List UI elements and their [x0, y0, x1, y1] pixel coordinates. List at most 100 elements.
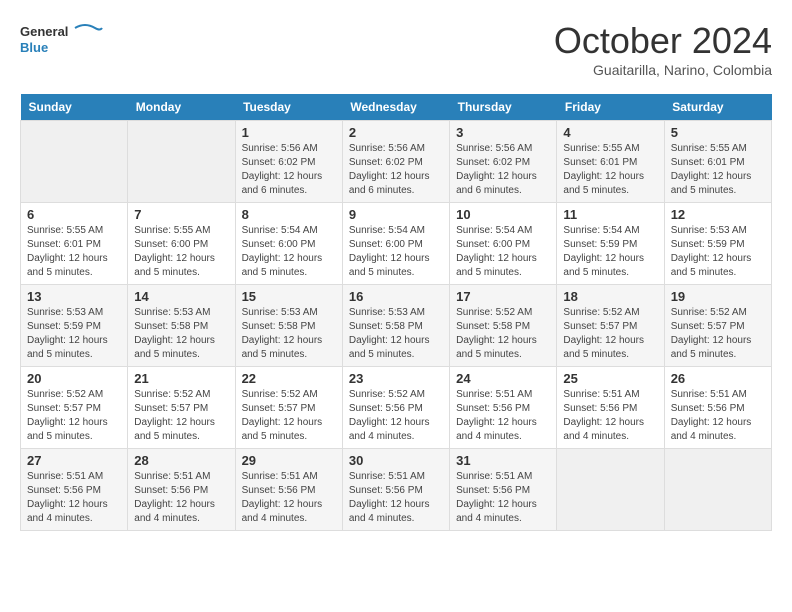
day-info: Sunrise: 5:51 AMSunset: 5:56 PMDaylight:…: [671, 388, 765, 444]
calendar-cell-w1-d6: 4 Sunrise: 5:55 AMSunset: 6:01 PMDayligh…: [557, 121, 664, 203]
calendar-table: SundayMondayTuesdayWednesdayThursdayFrid…: [20, 94, 772, 531]
week-row-1: 1 Sunrise: 5:56 AMSunset: 6:02 PMDayligh…: [21, 121, 772, 203]
day-number: 9: [349, 207, 443, 222]
calendar-cell-w2-d3: 8 Sunrise: 5:54 AMSunset: 6:00 PMDayligh…: [235, 203, 342, 285]
day-info: Sunrise: 5:55 AMSunset: 6:00 PMDaylight:…: [134, 224, 228, 280]
day-number: 25: [563, 371, 657, 386]
calendar-cell-w3-d6: 18 Sunrise: 5:52 AMSunset: 5:57 PMDaylig…: [557, 285, 664, 367]
day-info: Sunrise: 5:53 AMSunset: 5:58 PMDaylight:…: [134, 306, 228, 362]
day-info: Sunrise: 5:52 AMSunset: 5:58 PMDaylight:…: [456, 306, 550, 362]
day-number: 21: [134, 371, 228, 386]
calendar-cell-w2-d6: 11 Sunrise: 5:54 AMSunset: 5:59 PMDaylig…: [557, 203, 664, 285]
day-number: 3: [456, 125, 550, 140]
calendar-cell-w5-d7: [664, 449, 771, 531]
day-number: 1: [242, 125, 336, 140]
day-info: Sunrise: 5:51 AMSunset: 5:56 PMDaylight:…: [27, 470, 121, 526]
day-number: 30: [349, 453, 443, 468]
day-info: Sunrise: 5:54 AMSunset: 6:00 PMDaylight:…: [349, 224, 443, 280]
day-info: Sunrise: 5:52 AMSunset: 5:57 PMDaylight:…: [563, 306, 657, 362]
day-info: Sunrise: 5:52 AMSunset: 5:57 PMDaylight:…: [134, 388, 228, 444]
day-number: 8: [242, 207, 336, 222]
day-info: Sunrise: 5:55 AMSunset: 6:01 PMDaylight:…: [27, 224, 121, 280]
day-info: Sunrise: 5:53 AMSunset: 5:59 PMDaylight:…: [671, 224, 765, 280]
weekday-header-tuesday: Tuesday: [235, 94, 342, 121]
day-number: 17: [456, 289, 550, 304]
day-info: Sunrise: 5:52 AMSunset: 5:57 PMDaylight:…: [671, 306, 765, 362]
month-title: October 2024: [554, 20, 772, 62]
day-info: Sunrise: 5:51 AMSunset: 5:56 PMDaylight:…: [563, 388, 657, 444]
day-number: 2: [349, 125, 443, 140]
day-number: 19: [671, 289, 765, 304]
title-area: October 2024 Guaitarilla, Narino, Colomb…: [554, 20, 772, 78]
day-info: Sunrise: 5:51 AMSunset: 5:56 PMDaylight:…: [456, 388, 550, 444]
calendar-cell-w1-d3: 1 Sunrise: 5:56 AMSunset: 6:02 PMDayligh…: [235, 121, 342, 203]
day-info: Sunrise: 5:54 AMSunset: 6:00 PMDaylight:…: [242, 224, 336, 280]
day-info: Sunrise: 5:55 AMSunset: 6:01 PMDaylight:…: [563, 142, 657, 198]
location-subtitle: Guaitarilla, Narino, Colombia: [554, 62, 772, 78]
calendar-cell-w5-d2: 28 Sunrise: 5:51 AMSunset: 5:56 PMDaylig…: [128, 449, 235, 531]
calendar-cell-w4-d5: 24 Sunrise: 5:51 AMSunset: 5:56 PMDaylig…: [450, 367, 557, 449]
svg-text:Blue: Blue: [20, 40, 48, 55]
weekday-header-saturday: Saturday: [664, 94, 771, 121]
day-number: 23: [349, 371, 443, 386]
day-info: Sunrise: 5:53 AMSunset: 5:58 PMDaylight:…: [349, 306, 443, 362]
calendar-cell-w1-d5: 3 Sunrise: 5:56 AMSunset: 6:02 PMDayligh…: [450, 121, 557, 203]
day-number: 28: [134, 453, 228, 468]
day-number: 5: [671, 125, 765, 140]
day-info: Sunrise: 5:52 AMSunset: 5:57 PMDaylight:…: [242, 388, 336, 444]
calendar-cell-w2-d2: 7 Sunrise: 5:55 AMSunset: 6:00 PMDayligh…: [128, 203, 235, 285]
calendar-cell-w2-d5: 10 Sunrise: 5:54 AMSunset: 6:00 PMDaylig…: [450, 203, 557, 285]
day-number: 22: [242, 371, 336, 386]
weekday-header-thursday: Thursday: [450, 94, 557, 121]
day-number: 13: [27, 289, 121, 304]
calendar-cell-w3-d1: 13 Sunrise: 5:53 AMSunset: 5:59 PMDaylig…: [21, 285, 128, 367]
logo-svg: General Blue: [20, 20, 120, 60]
day-number: 6: [27, 207, 121, 222]
day-number: 24: [456, 371, 550, 386]
day-info: Sunrise: 5:51 AMSunset: 5:56 PMDaylight:…: [134, 470, 228, 526]
day-info: Sunrise: 5:52 AMSunset: 5:57 PMDaylight:…: [27, 388, 121, 444]
day-number: 16: [349, 289, 443, 304]
calendar-cell-w3-d7: 19 Sunrise: 5:52 AMSunset: 5:57 PMDaylig…: [664, 285, 771, 367]
day-info: Sunrise: 5:56 AMSunset: 6:02 PMDaylight:…: [242, 142, 336, 198]
calendar-cell-w4-d7: 26 Sunrise: 5:51 AMSunset: 5:56 PMDaylig…: [664, 367, 771, 449]
day-number: 27: [27, 453, 121, 468]
calendar-cell-w4-d6: 25 Sunrise: 5:51 AMSunset: 5:56 PMDaylig…: [557, 367, 664, 449]
day-number: 14: [134, 289, 228, 304]
weekday-header-friday: Friday: [557, 94, 664, 121]
day-number: 15: [242, 289, 336, 304]
day-number: 10: [456, 207, 550, 222]
week-row-4: 20 Sunrise: 5:52 AMSunset: 5:57 PMDaylig…: [21, 367, 772, 449]
calendar-cell-w1-d7: 5 Sunrise: 5:55 AMSunset: 6:01 PMDayligh…: [664, 121, 771, 203]
week-row-5: 27 Sunrise: 5:51 AMSunset: 5:56 PMDaylig…: [21, 449, 772, 531]
logo: General Blue: [20, 20, 120, 60]
weekday-header-sunday: Sunday: [21, 94, 128, 121]
calendar-cell-w2-d4: 9 Sunrise: 5:54 AMSunset: 6:00 PMDayligh…: [342, 203, 449, 285]
calendar-cell-w5-d6: [557, 449, 664, 531]
calendar-cell-w4-d3: 22 Sunrise: 5:52 AMSunset: 5:57 PMDaylig…: [235, 367, 342, 449]
calendar-cell-w1-d4: 2 Sunrise: 5:56 AMSunset: 6:02 PMDayligh…: [342, 121, 449, 203]
day-number: 11: [563, 207, 657, 222]
day-number: 31: [456, 453, 550, 468]
day-info: Sunrise: 5:51 AMSunset: 5:56 PMDaylight:…: [349, 470, 443, 526]
day-info: Sunrise: 5:54 AMSunset: 6:00 PMDaylight:…: [456, 224, 550, 280]
day-info: Sunrise: 5:51 AMSunset: 5:56 PMDaylight:…: [456, 470, 550, 526]
day-info: Sunrise: 5:52 AMSunset: 5:56 PMDaylight:…: [349, 388, 443, 444]
page-header: General Blue October 2024 Guaitarilla, N…: [20, 20, 772, 78]
day-info: Sunrise: 5:53 AMSunset: 5:59 PMDaylight:…: [27, 306, 121, 362]
calendar-cell-w5-d3: 29 Sunrise: 5:51 AMSunset: 5:56 PMDaylig…: [235, 449, 342, 531]
day-info: Sunrise: 5:56 AMSunset: 6:02 PMDaylight:…: [456, 142, 550, 198]
svg-text:General: General: [20, 24, 68, 39]
calendar-cell-w1-d1: [21, 121, 128, 203]
calendar-cell-w1-d2: [128, 121, 235, 203]
day-number: 29: [242, 453, 336, 468]
calendar-cell-w5-d4: 30 Sunrise: 5:51 AMSunset: 5:56 PMDaylig…: [342, 449, 449, 531]
day-number: 20: [27, 371, 121, 386]
day-info: Sunrise: 5:51 AMSunset: 5:56 PMDaylight:…: [242, 470, 336, 526]
day-number: 18: [563, 289, 657, 304]
calendar-cell-w4-d4: 23 Sunrise: 5:52 AMSunset: 5:56 PMDaylig…: [342, 367, 449, 449]
calendar-cell-w4-d1: 20 Sunrise: 5:52 AMSunset: 5:57 PMDaylig…: [21, 367, 128, 449]
day-number: 12: [671, 207, 765, 222]
calendar-cell-w3-d5: 17 Sunrise: 5:52 AMSunset: 5:58 PMDaylig…: [450, 285, 557, 367]
weekday-header-wednesday: Wednesday: [342, 94, 449, 121]
